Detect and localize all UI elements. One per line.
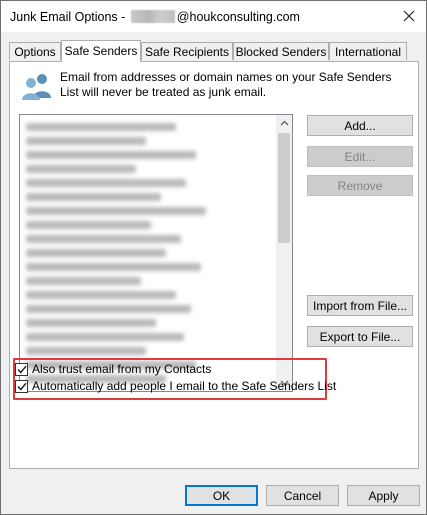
cancel-button[interactable]: Cancel	[266, 485, 339, 506]
scroll-thumb[interactable]	[278, 133, 290, 243]
remove-button[interactable]: Remove	[307, 175, 413, 196]
safe-senders-panel: Email from addresses or domain names on …	[9, 61, 419, 469]
auto-add-safe-senders-label: Automatically add people I email to the …	[32, 379, 337, 393]
redacted-username	[130, 10, 175, 23]
tab-safe-recipients[interactable]: Safe Recipients	[141, 42, 233, 60]
auto-add-safe-senders-checkbox[interactable]	[15, 379, 28, 393]
auto-add-safe-senders-checkbox-row[interactable]: Automatically add people I email to the …	[15, 378, 336, 394]
ok-button[interactable]: OK	[185, 485, 258, 506]
tab-international[interactable]: International	[329, 42, 407, 60]
junk-email-options-dialog: Junk Email Options - @houkconsulting.com…	[0, 0, 427, 515]
export-to-file-button[interactable]: Export to File...	[307, 326, 413, 347]
apply-button[interactable]: Apply	[347, 485, 420, 506]
close-button[interactable]	[400, 7, 418, 25]
tab-safe-senders[interactable]: Safe Senders	[61, 40, 141, 62]
window-title-prefix: Junk Email Options -	[10, 10, 129, 24]
trust-contacts-checkbox-row[interactable]: Also trust email from my Contacts	[15, 361, 211, 377]
tab-international-label: International	[334, 45, 402, 59]
trust-contacts-checkbox[interactable]	[15, 362, 28, 376]
import-from-file-button[interactable]: Import from File...	[307, 295, 413, 316]
close-icon	[403, 10, 415, 22]
tab-safe-recipients-label: Safe Recipients	[144, 45, 230, 59]
window-title: Junk Email Options - @houkconsulting.com	[10, 10, 300, 24]
trust-contacts-label: Also trust email from my Contacts	[32, 362, 212, 376]
checkmark-icon	[16, 365, 27, 374]
chevron-up-icon	[280, 120, 288, 126]
tab-safe-senders-label: Safe Senders	[64, 44, 138, 58]
title-bar: Junk Email Options - @houkconsulting.com	[1, 1, 426, 32]
safe-senders-description: Email from addresses or domain names on …	[60, 70, 392, 99]
blurred-sender-entries	[22, 117, 276, 389]
window-title-domain: @houkconsulting.com	[176, 10, 300, 24]
add-button[interactable]: Add...	[307, 115, 413, 136]
tab-blocked-senders-label: Blocked Senders	[235, 45, 327, 59]
tab-blocked-senders[interactable]: Blocked Senders	[233, 42, 329, 60]
scroll-up-button[interactable]	[276, 115, 292, 131]
checkmark-icon	[16, 382, 27, 391]
people-icon	[22, 74, 51, 100]
list-scrollbar[interactable]	[276, 115, 292, 391]
tab-options[interactable]: Options	[9, 42, 61, 60]
edit-button[interactable]: Edit...	[307, 146, 413, 167]
safe-senders-list[interactable]	[19, 114, 293, 392]
tab-options-label: Options	[14, 45, 56, 59]
